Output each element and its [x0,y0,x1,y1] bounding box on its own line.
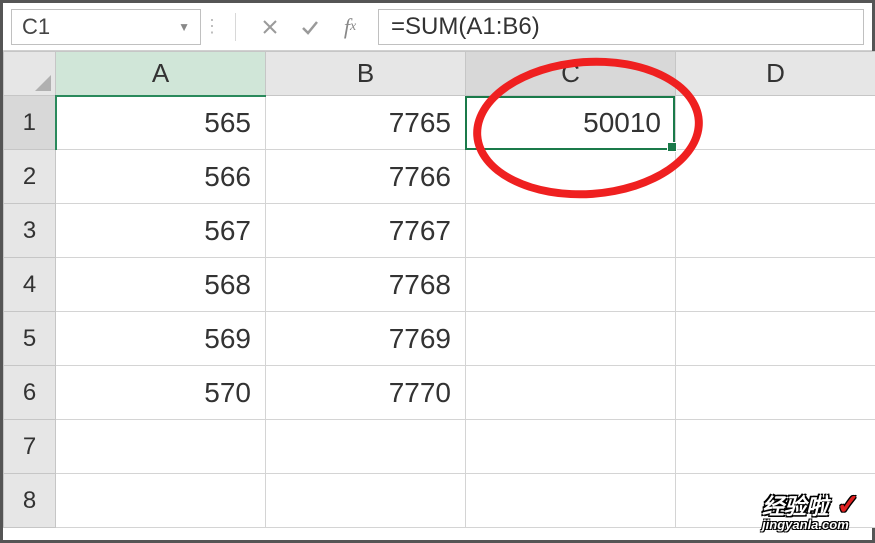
cell-D3[interactable] [676,204,875,258]
cell-A1[interactable]: 565 [56,96,266,150]
table-row: 1 565 7765 50010 [4,96,875,150]
table-row: 7 [4,420,875,474]
column-header-B[interactable]: B [266,52,466,96]
cell-B8[interactable] [266,474,466,528]
formula-bar-expand-icon[interactable]: ⋮ [201,16,221,37]
cell-B2[interactable]: 7766 [266,150,466,204]
row-header-6[interactable]: 6 [4,366,56,420]
watermark-check-icon: ✓ [837,489,860,520]
cell-C6[interactable] [466,366,676,420]
cancel-icon[interactable] [250,9,290,45]
fx-icon[interactable]: fx [330,9,370,45]
cell-A4[interactable]: 568 [56,258,266,312]
watermark-url: jingyanla.com [762,517,860,532]
cell-C4[interactable] [466,258,676,312]
table-row: 2 566 7766 [4,150,875,204]
name-box-value: C1 [22,14,50,40]
cell-C1[interactable]: 50010 [466,96,676,150]
cell-B5[interactable]: 7769 [266,312,466,366]
cell-C7[interactable] [466,420,676,474]
watermark: 经验啦 ✓ jingyanla.com [762,488,860,532]
cell-C8[interactable] [466,474,676,528]
confirm-icon[interactable] [290,9,330,45]
cell-B4[interactable]: 7768 [266,258,466,312]
row-header-2[interactable]: 2 [4,150,56,204]
row-header-7[interactable]: 7 [4,420,56,474]
name-box[interactable]: C1 ▼ [11,9,201,45]
select-all-corner[interactable] [4,52,56,96]
cell-B7[interactable] [266,420,466,474]
cell-A6[interactable]: 570 [56,366,266,420]
table-row: 5 569 7769 [4,312,875,366]
formula-text: =SUM(A1:B6) [391,13,540,41]
column-header-D[interactable]: D [676,52,875,96]
cell-C5[interactable] [466,312,676,366]
cell-D1[interactable] [676,96,875,150]
cell-D4[interactable] [676,258,875,312]
cell-D5[interactable] [676,312,875,366]
table-row: 3 567 7767 [4,204,875,258]
row-header-4[interactable]: 4 [4,258,56,312]
cell-C3[interactable] [466,204,676,258]
cell-A8[interactable] [56,474,266,528]
cell-B1[interactable]: 7765 [266,96,466,150]
row-header-5[interactable]: 5 [4,312,56,366]
cell-D7[interactable] [676,420,875,474]
cell-D6[interactable] [676,366,875,420]
row-header-1[interactable]: 1 [4,96,56,150]
divider [235,13,236,41]
cell-A3[interactable]: 567 [56,204,266,258]
table-row: 8 [4,474,875,528]
formula-input[interactable]: =SUM(A1:B6) [378,9,864,45]
cell-A7[interactable] [56,420,266,474]
cell-B3[interactable]: 7767 [266,204,466,258]
row-header-3[interactable]: 3 [4,204,56,258]
name-box-dropdown-icon[interactable]: ▼ [178,20,190,34]
column-header-C[interactable]: C [466,52,676,96]
cell-A2[interactable]: 566 [56,150,266,204]
column-header-A[interactable]: A [56,52,266,96]
formula-bar: C1 ▼ ⋮ fx =SUM(A1:B6) [3,3,872,51]
table-row: 4 568 7768 [4,258,875,312]
spreadsheet-grid: A B C D 1 565 7765 50010 2 566 7766 [3,51,872,528]
row-header-8[interactable]: 8 [4,474,56,528]
cell-C2[interactable] [466,150,676,204]
cell-B6[interactable]: 7770 [266,366,466,420]
cell-D2[interactable] [676,150,875,204]
table-row: 6 570 7770 [4,366,875,420]
cell-A5[interactable]: 569 [56,312,266,366]
